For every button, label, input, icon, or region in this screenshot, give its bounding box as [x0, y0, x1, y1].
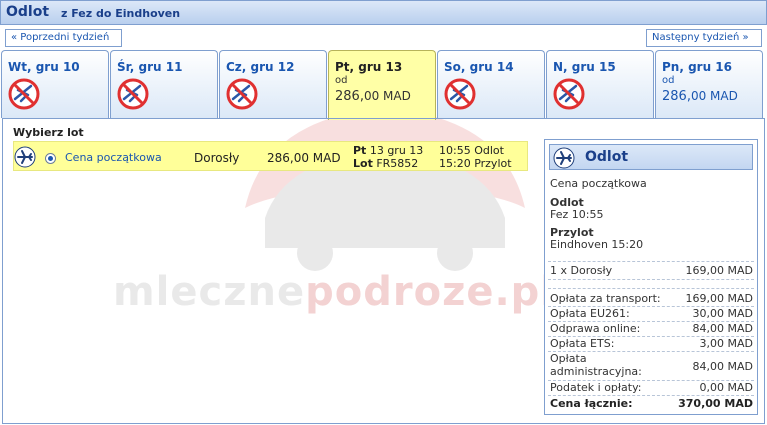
summary-line-transport: Opłata za transport: 169,00 MAD: [550, 292, 753, 305]
previous-week-button[interactable]: « Poprzedni tydzień: [5, 29, 122, 47]
tab-date: So, gru 14: [444, 60, 514, 74]
summary-line-ets: Opłata ETS: 3,00 MAD: [550, 337, 753, 350]
tab-date: N, gru 15: [553, 60, 616, 74]
summary-fare: Cena początkowa: [550, 177, 647, 190]
tab-day-3[interactable]: Cz, gru 12: [219, 50, 327, 118]
section-header: Odlot z Fez do Eindhoven: [0, 0, 767, 25]
summary-header: Odlot: [549, 144, 753, 170]
fare-type: Cena początkowa: [65, 151, 162, 164]
summary-dep-value: Fez 10:55: [550, 208, 604, 221]
no-flight-icon: [226, 78, 258, 110]
tab-price: 286,00 MAD: [335, 89, 411, 104]
flight-price: 286,00 MAD: [267, 151, 341, 165]
flight-times: 10:55 Odlot 15:20 Przylot: [439, 144, 512, 170]
tab-date: Śr, gru 11: [117, 60, 183, 74]
tab-price: 286,00 MAD: [662, 89, 738, 104]
tab-date: Cz, gru 12: [226, 60, 295, 74]
plane-icon: [14, 146, 36, 168]
tab-date: Wt, gru 10: [8, 60, 80, 74]
summary-line-adult: 1 x Dorosły 169,00 MAD: [550, 264, 753, 277]
tab-day-1[interactable]: Wt, gru 10: [1, 50, 109, 118]
choose-flight-heading: Wybierz lot: [13, 126, 84, 139]
tab-day-2[interactable]: Śr, gru 11: [110, 50, 218, 118]
summary-line-eu261: Opłata EU261: 30,00 MAD: [550, 307, 753, 320]
no-flight-icon: [444, 78, 476, 110]
flight-radio[interactable]: [45, 153, 56, 164]
summary-arr-value: Eindhoven 15:20: [550, 238, 644, 251]
tab-from-label: od: [335, 75, 348, 86]
summary-title: Odlot: [585, 149, 629, 165]
tab-date: Pt, gru 13: [335, 60, 403, 74]
tab-day-6[interactable]: N, gru 15: [546, 50, 654, 118]
no-flight-icon: [553, 78, 585, 110]
section-title: Odlot: [6, 4, 50, 20]
divider: [548, 288, 754, 289]
summary-line-admin: Opłata administracyjna: 84,00 MAD: [550, 352, 753, 378]
plane-icon: [553, 147, 575, 169]
flight-date-info: Pt 13 gru 13 Lot FR5852: [353, 144, 424, 170]
no-flight-icon: [117, 78, 149, 110]
tab-day-4-selected[interactable]: Pt, gru 13 od 286,00 MAD: [328, 50, 436, 120]
summary-line-tax: Podatek i opłaty: 0,00 MAD: [550, 381, 753, 394]
price-summary: Odlot Cena początkowa Odlot Fez 10:55 Pr…: [544, 139, 758, 415]
no-flight-icon: [8, 78, 40, 110]
flight-row[interactable]: Cena początkowa Dorosły 286,00 MAD Pt 13…: [13, 141, 528, 171]
tab-day-7[interactable]: Pn, gru 16 od 286,00 MAD: [655, 50, 763, 118]
divider: [548, 261, 754, 262]
next-week-button[interactable]: Następny tydzień »: [646, 29, 762, 47]
route-label: z Fez do Eindhoven: [61, 7, 181, 20]
tab-date: Pn, gru 16: [662, 60, 733, 74]
summary-line-checkin: Odprawa online: 84,00 MAD: [550, 322, 753, 335]
divider: [548, 395, 754, 396]
passenger-type: Dorosły: [194, 151, 240, 165]
divider: [548, 279, 754, 280]
tab-day-5[interactable]: So, gru 14: [437, 50, 545, 118]
summary-total: Cena łącznie: 370,00 MAD: [550, 397, 753, 410]
tab-from-label: od: [662, 75, 675, 86]
